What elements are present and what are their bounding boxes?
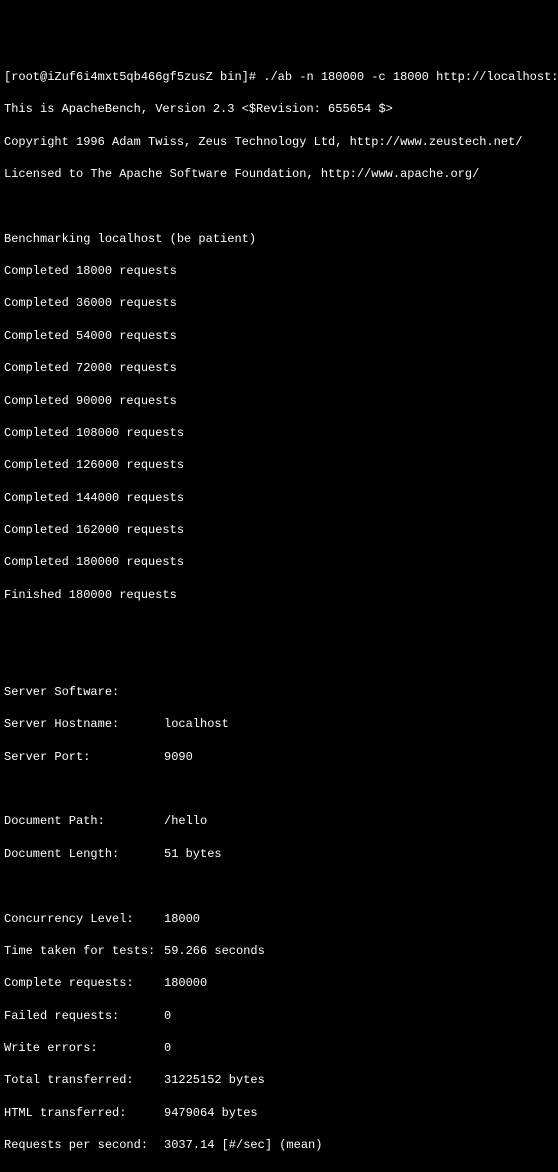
stat-val: 18000 <box>164 911 554 927</box>
stat-val: 180000 <box>164 975 554 991</box>
completed-line: Completed 54000 requests <box>4 328 554 344</box>
blank-line <box>4 652 554 668</box>
completed-line: Completed 36000 requests <box>4 295 554 311</box>
server-port-row: Server Port:9090 <box>4 749 554 765</box>
stat-val: 0 <box>164 1008 554 1024</box>
stat-key: Document Path: <box>4 813 164 829</box>
completed-line: Completed 180000 requests <box>4 554 554 570</box>
stat-val: 9090 <box>164 749 554 765</box>
failed-requests-row: Failed requests:0 <box>4 1008 554 1024</box>
document-path-row: Document Path:/hello <box>4 813 554 829</box>
server-hostname-row: Server Hostname:localhost <box>4 716 554 732</box>
time-per-request-row: Time per request:5926.624 [ms] (mean) <box>4 1170 554 1172</box>
ab-header-line: Licensed to The Apache Software Foundati… <box>4 166 554 182</box>
stat-key: Document Length: <box>4 846 164 862</box>
stat-val: localhost <box>164 716 554 732</box>
stat-val: 3037.14 [#/sec] (mean) <box>164 1137 554 1153</box>
blank-line <box>4 198 554 214</box>
server-software-row: Server Software: <box>4 684 554 700</box>
completed-line: Completed 72000 requests <box>4 360 554 376</box>
completed-line: Completed 18000 requests <box>4 263 554 279</box>
stat-key: Requests per second: <box>4 1137 164 1153</box>
stat-key: Time per request: <box>4 1170 164 1172</box>
blank-line <box>4 878 554 894</box>
stat-val <box>164 684 554 700</box>
ab-header-line: Copyright 1996 Adam Twiss, Zeus Technolo… <box>4 134 554 150</box>
stat-key: Complete requests: <box>4 975 164 991</box>
shell-prompt[interactable]: [root@iZuf6i4mxt5qb466gf5zusZ bin]# ./ab… <box>4 69 554 85</box>
stat-val: 51 bytes <box>164 846 554 862</box>
document-length-row: Document Length:51 bytes <box>4 846 554 862</box>
ab-header-line: This is ApacheBench, Version 2.3 <$Revis… <box>4 101 554 117</box>
completed-line: Completed 108000 requests <box>4 425 554 441</box>
concurrency-row: Concurrency Level:18000 <box>4 911 554 927</box>
stat-val: 0 <box>164 1040 554 1056</box>
benchmark-line: Benchmarking localhost (be patient) <box>4 231 554 247</box>
stat-key: Time taken for tests: <box>4 943 164 959</box>
blank-line <box>4 781 554 797</box>
html-transferred-row: HTML transferred:9479064 bytes <box>4 1105 554 1121</box>
completed-line: Completed 162000 requests <box>4 522 554 538</box>
time-taken-row: Time taken for tests:59.266 seconds <box>4 943 554 959</box>
finished-line: Finished 180000 requests <box>4 587 554 603</box>
completed-line: Completed 126000 requests <box>4 457 554 473</box>
blank-line <box>4 619 554 635</box>
stat-key: Write errors: <box>4 1040 164 1056</box>
stat-key: Total transferred: <box>4 1072 164 1088</box>
stat-val: 9479064 bytes <box>164 1105 554 1121</box>
stat-key: Failed requests: <box>4 1008 164 1024</box>
write-errors-row: Write errors:0 <box>4 1040 554 1056</box>
completed-line: Completed 90000 requests <box>4 393 554 409</box>
stat-val: 31225152 bytes <box>164 1072 554 1088</box>
stat-key: Server Software: <box>4 684 164 700</box>
stat-key: Server Port: <box>4 749 164 765</box>
completed-line: Completed 144000 requests <box>4 490 554 506</box>
stat-key: Server Hostname: <box>4 716 164 732</box>
requests-per-second-row: Requests per second:3037.14 [#/sec] (mea… <box>4 1137 554 1153</box>
complete-requests-row: Complete requests:180000 <box>4 975 554 991</box>
total-transferred-row: Total transferred:31225152 bytes <box>4 1072 554 1088</box>
stat-val: 5926.624 [ms] (mean) <box>164 1170 554 1172</box>
stat-val: 59.266 seconds <box>164 943 554 959</box>
stat-val: /hello <box>164 813 554 829</box>
stat-key: HTML transferred: <box>4 1105 164 1121</box>
stat-key: Concurrency Level: <box>4 911 164 927</box>
